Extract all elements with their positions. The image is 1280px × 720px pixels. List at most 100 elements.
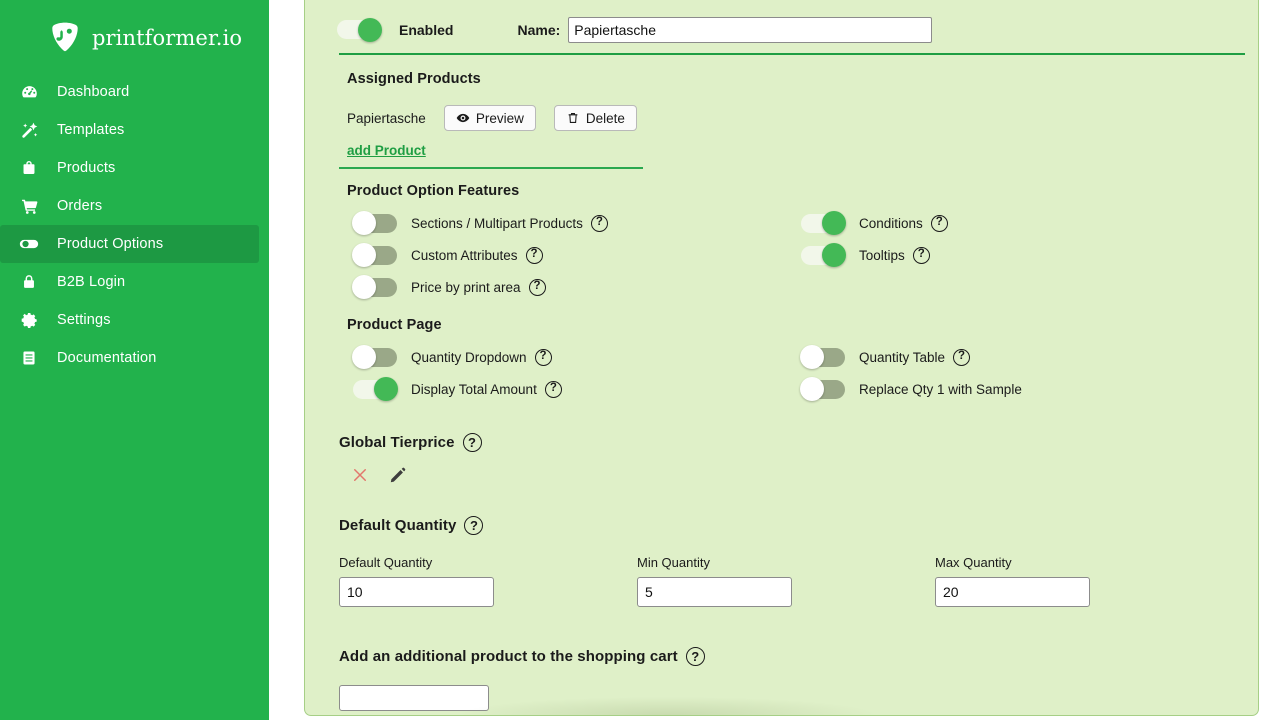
eye-icon bbox=[456, 111, 470, 125]
panel-header: Enabled Name: bbox=[305, 0, 1258, 46]
min-quantity-field-label: Min Quantity bbox=[637, 555, 710, 570]
help-icon[interactable]: ? bbox=[525, 246, 543, 264]
help-icon[interactable]: ? bbox=[528, 278, 546, 296]
help-icon[interactable]: ? bbox=[534, 348, 552, 366]
sections-multipart-toggle[interactable] bbox=[352, 211, 397, 235]
enabled-toggle[interactable] bbox=[337, 17, 382, 42]
sidebar-item-label: Products bbox=[57, 160, 116, 176]
min-quantity-field-group: Min Quantity bbox=[637, 555, 935, 607]
feature-row-conditions: Conditions ? bbox=[795, 207, 1195, 239]
sidebar: printformer.io Dashboard Templates Produ… bbox=[0, 0, 269, 720]
sidebar-item-label: B2B Login bbox=[57, 274, 126, 290]
assigned-product-name: Papiertasche bbox=[347, 110, 426, 126]
sidebar-item-documentation[interactable]: Documentation bbox=[0, 339, 269, 377]
feature-row-tooltips: Tooltips ? bbox=[795, 239, 1195, 271]
default-quantity-input[interactable] bbox=[339, 577, 494, 607]
feature-label: Tooltips bbox=[859, 247, 905, 263]
toggle-icon bbox=[18, 233, 40, 255]
dashboard-icon bbox=[18, 81, 40, 103]
default-quantity-field-label: Default Quantity bbox=[339, 555, 433, 570]
feature-label: Display Total Amount bbox=[411, 381, 537, 397]
name-input[interactable] bbox=[568, 16, 933, 43]
feature-row-custom-attributes: Custom Attributes ? bbox=[347, 239, 795, 271]
max-quantity-field-group: Max Quantity bbox=[935, 555, 1090, 607]
main-content: Enabled Name: Assigned Products Papierta… bbox=[269, 0, 1280, 720]
sidebar-item-label: Dashboard bbox=[57, 84, 130, 100]
features-left-column: Sections / Multipart Products ? Custom A… bbox=[347, 207, 795, 303]
max-quantity-field-label: Max Quantity bbox=[935, 555, 1012, 570]
sidebar-item-label: Templates bbox=[57, 122, 125, 138]
assigned-products-section: Assigned Products Papiertasche Preview D… bbox=[305, 55, 1258, 160]
help-icon[interactable]: ? bbox=[544, 380, 562, 398]
enabled-label: Enabled bbox=[399, 21, 454, 38]
product-option-features-title: Product Option Features bbox=[347, 183, 520, 199]
app-root: printformer.io Dashboard Templates Produ… bbox=[0, 0, 1280, 720]
global-tierprice-title: Global Tierprice bbox=[339, 434, 455, 451]
sidebar-item-orders[interactable]: Orders bbox=[0, 187, 269, 225]
product-option-features-section: Product Option Features Sections / Multi… bbox=[305, 169, 1258, 405]
help-icon[interactable]: ? bbox=[912, 246, 930, 264]
global-tierprice-section: Global Tierprice ? bbox=[305, 405, 1258, 484]
sidebar-nav: Dashboard Templates Products Orders Prod… bbox=[0, 73, 269, 377]
replace-qty-1-with-sample-toggle[interactable] bbox=[800, 377, 845, 401]
pencil-icon[interactable] bbox=[389, 466, 407, 484]
additional-product-section: Add an additional product to the shoppin… bbox=[305, 607, 1258, 711]
help-icon[interactable]: ? bbox=[462, 433, 482, 452]
sidebar-item-products[interactable]: Products bbox=[0, 149, 269, 187]
name-label: Name: bbox=[517, 21, 561, 38]
feature-label: Quantity Table bbox=[859, 349, 946, 365]
sidebar-item-label: Documentation bbox=[57, 350, 157, 366]
delete-button[interactable]: Delete bbox=[553, 105, 637, 131]
brand[interactable]: printformer.io bbox=[0, 0, 269, 62]
feature-row-sections-multipart: Sections / Multipart Products ? bbox=[347, 207, 795, 239]
quantity-table-toggle[interactable] bbox=[800, 345, 845, 369]
trash-icon bbox=[566, 111, 580, 125]
sidebar-item-product-options[interactable]: Product Options bbox=[0, 225, 259, 263]
default-quantity-title: Default Quantity bbox=[339, 517, 457, 534]
conditions-toggle[interactable] bbox=[801, 211, 846, 235]
shopping-cart-icon bbox=[18, 195, 40, 217]
help-icon[interactable]: ? bbox=[953, 348, 971, 366]
sidebar-item-settings[interactable]: Settings bbox=[0, 301, 269, 339]
tooltips-toggle[interactable] bbox=[801, 243, 846, 267]
x-close-icon[interactable] bbox=[351, 466, 369, 484]
assigned-products-title: Assigned Products bbox=[347, 71, 481, 87]
feature-row-replace-qty-1-with-sample: Replace Qty 1 with Sample bbox=[795, 373, 1195, 405]
custom-attributes-toggle[interactable] bbox=[352, 243, 397, 267]
display-total-amount-toggle[interactable] bbox=[353, 377, 398, 401]
features-right-column: Conditions ? Tooltips ? bbox=[795, 207, 1195, 303]
feature-row-quantity-dropdown: Quantity Dropdown ? bbox=[347, 341, 795, 373]
magic-wand-icon bbox=[18, 119, 40, 141]
help-icon[interactable]: ? bbox=[930, 214, 948, 232]
product-option-panel: Enabled Name: Assigned Products Papierta… bbox=[304, 0, 1259, 716]
min-quantity-input[interactable] bbox=[637, 577, 792, 607]
sidebar-item-label: Orders bbox=[57, 198, 103, 214]
product-page-right-column: Quantity Table ? Replace Qty 1 with Samp… bbox=[795, 341, 1195, 405]
sidebar-item-b2b-login[interactable]: B2B Login bbox=[0, 263, 269, 301]
feature-row-display-total-amount: Display Total Amount ? bbox=[347, 373, 795, 405]
help-icon[interactable]: ? bbox=[685, 647, 705, 666]
feature-row-price-by-print-area: Price by print area ? bbox=[347, 271, 795, 303]
sidebar-item-label: Settings bbox=[57, 312, 111, 328]
feature-label: Custom Attributes bbox=[411, 247, 518, 263]
price-by-print-area-toggle[interactable] bbox=[352, 275, 397, 299]
preview-button[interactable]: Preview bbox=[443, 105, 536, 131]
gear-icon bbox=[18, 309, 40, 331]
additional-product-input[interactable] bbox=[339, 685, 489, 711]
feature-label: Replace Qty 1 with Sample bbox=[859, 381, 1022, 397]
sidebar-item-templates[interactable]: Templates bbox=[0, 111, 269, 149]
default-quantity-field-group: Default Quantity bbox=[339, 555, 637, 607]
quantity-dropdown-toggle[interactable] bbox=[352, 345, 397, 369]
document-icon bbox=[18, 347, 40, 369]
add-product-link[interactable]: add Product bbox=[347, 143, 426, 158]
sidebar-item-dashboard[interactable]: Dashboard bbox=[0, 73, 269, 111]
additional-product-title: Add an additional product to the shoppin… bbox=[339, 648, 678, 665]
max-quantity-input[interactable] bbox=[935, 577, 1090, 607]
assigned-product-row: Papiertasche Preview Delete bbox=[347, 105, 1258, 131]
help-icon[interactable]: ? bbox=[590, 214, 608, 232]
feature-label: Sections / Multipart Products bbox=[411, 215, 583, 231]
help-icon[interactable]: ? bbox=[464, 516, 484, 535]
delete-button-label: Delete bbox=[585, 110, 625, 126]
feature-label: Quantity Dropdown bbox=[411, 349, 527, 365]
sidebar-item-label: Product Options bbox=[57, 236, 164, 252]
